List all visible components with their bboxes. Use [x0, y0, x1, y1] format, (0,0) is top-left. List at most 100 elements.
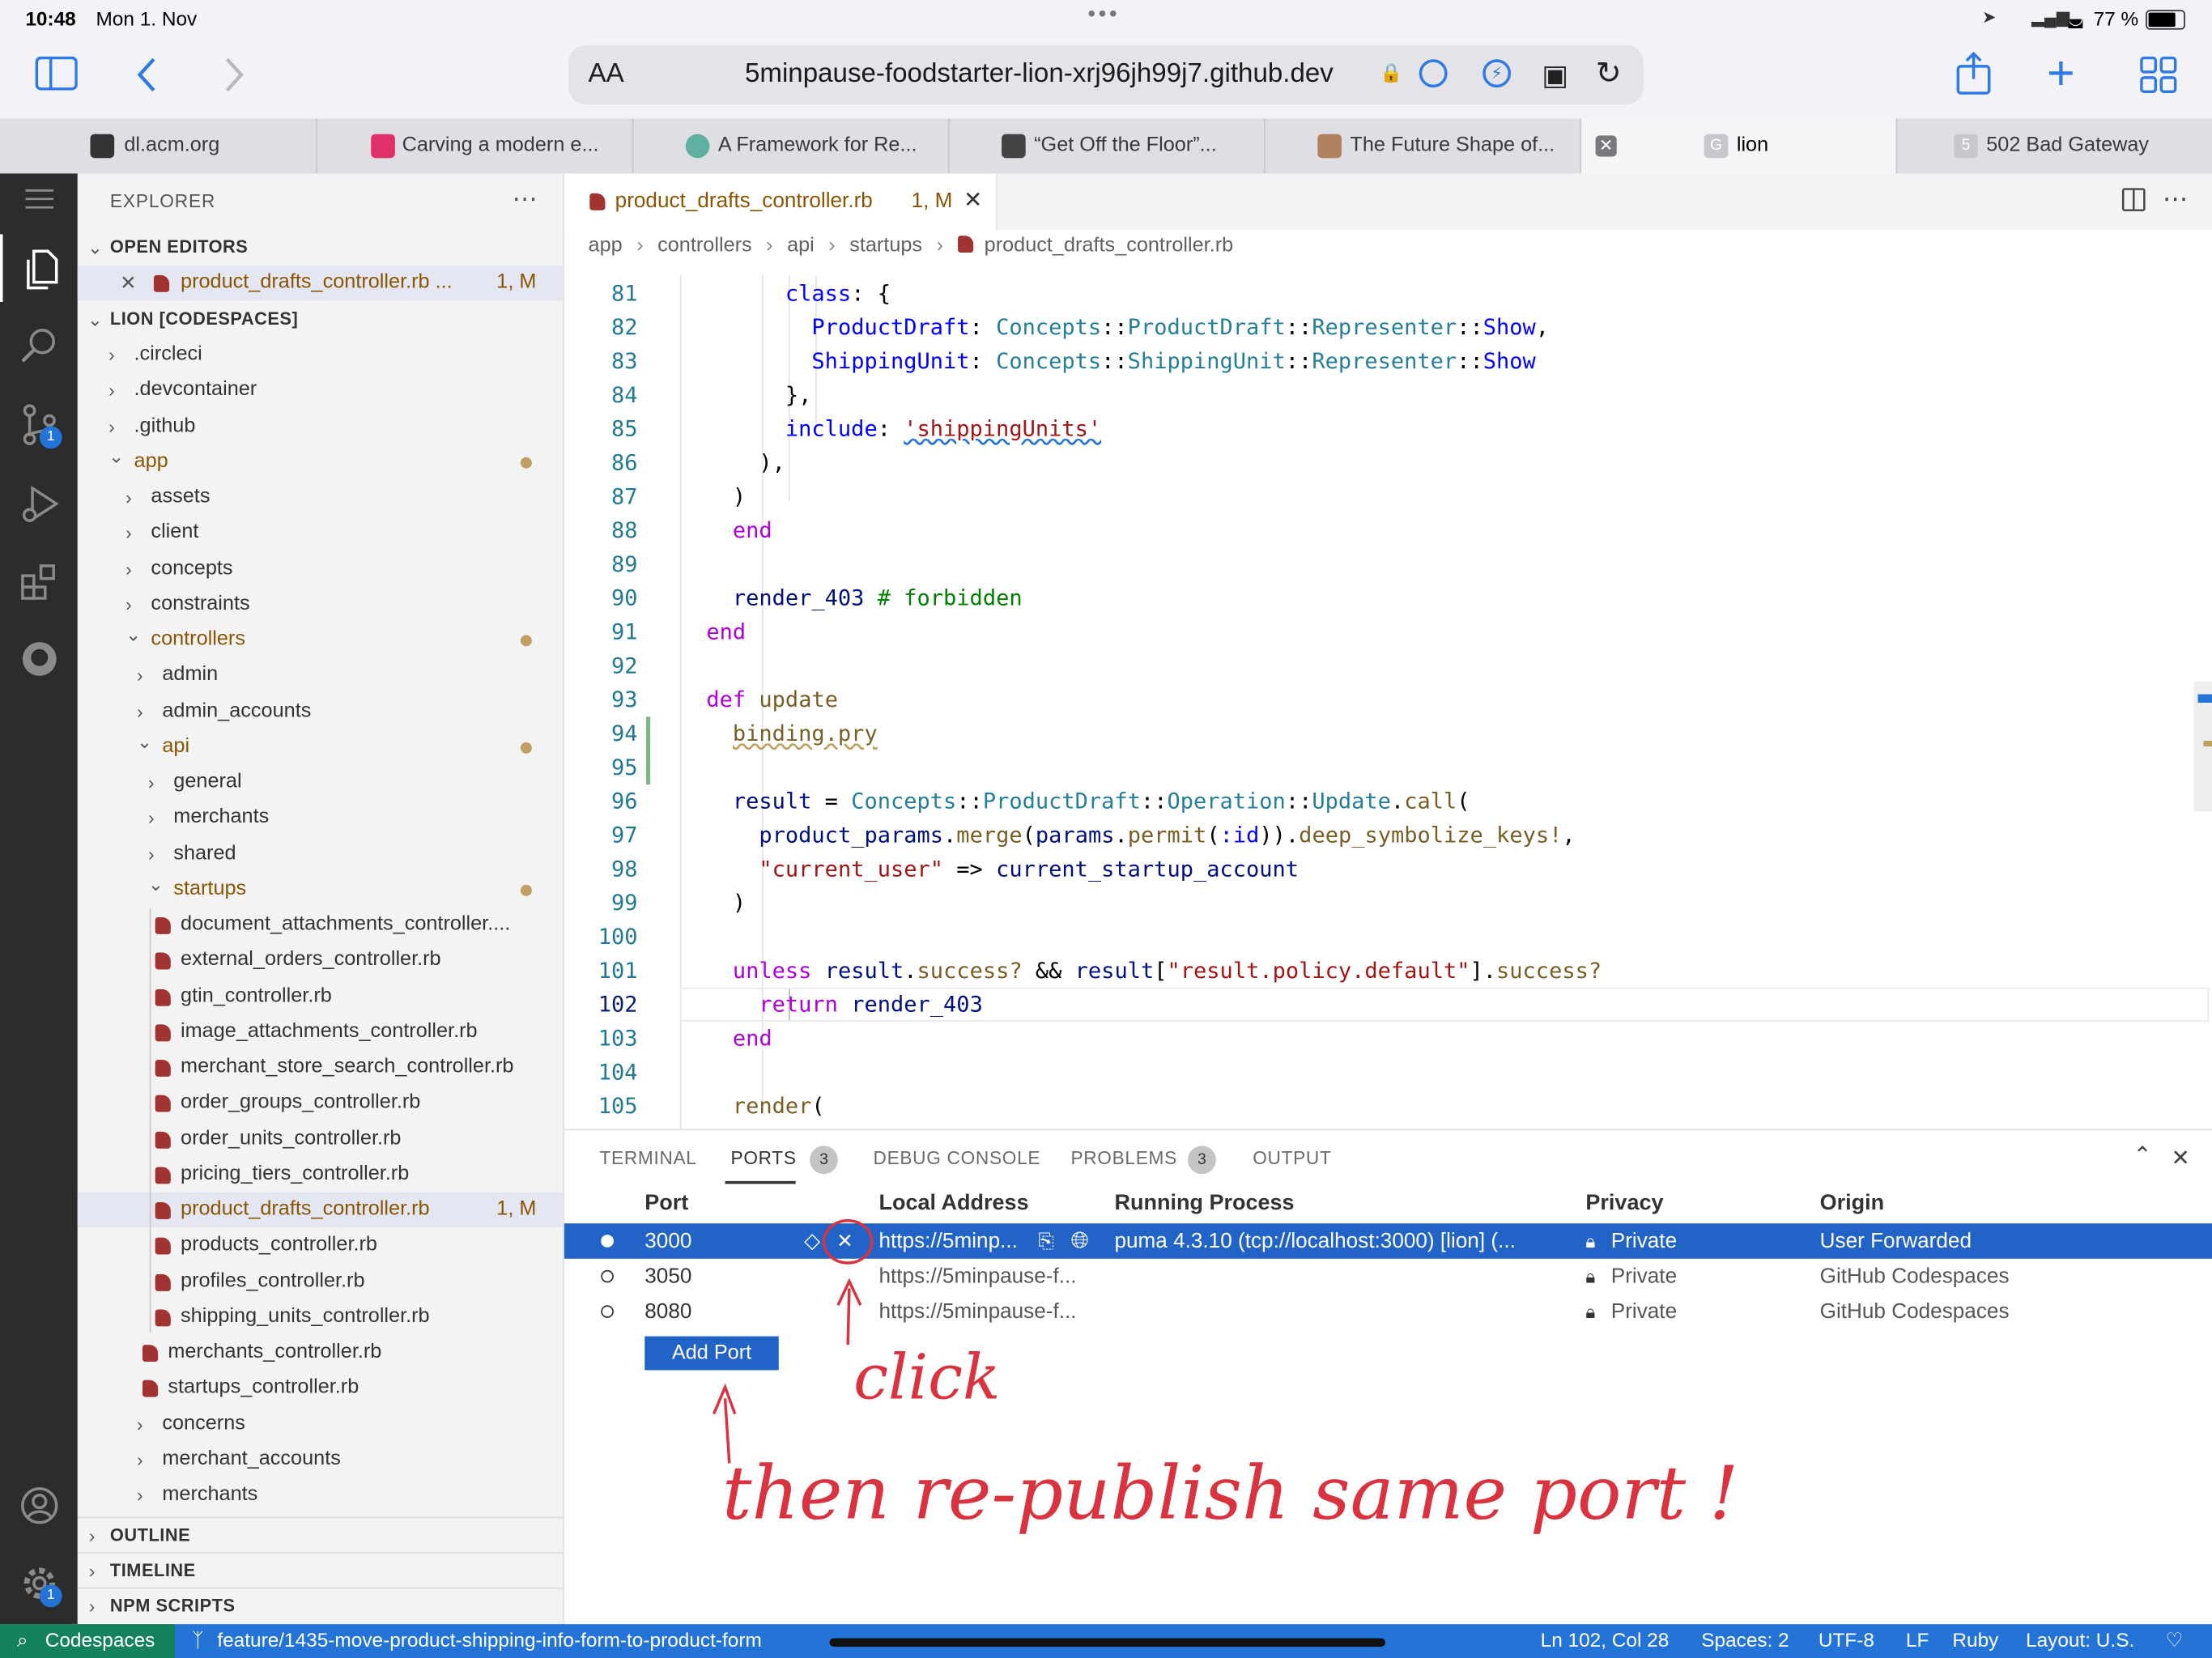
close-tab-icon[interactable]: ✕ [1595, 135, 1617, 157]
breadcrumb-item[interactable]: startups [849, 234, 922, 257]
menu-icon[interactable] [0, 173, 78, 241]
tree-folder[interactable]: › .circleci [78, 338, 563, 373]
tree-folder[interactable]: › concerns [78, 1406, 563, 1442]
breadcrumb-item[interactable]: controllers [657, 234, 752, 257]
tree-item-label: concerns [162, 1411, 245, 1435]
tree-item-label: client [151, 521, 199, 544]
tree-folder[interactable]: › shared [78, 836, 563, 872]
tree-folder[interactable]: › concepts [78, 551, 563, 587]
chevron-right-icon: › [147, 772, 155, 793]
language-mode[interactable]: Ruby [1952, 1628, 1998, 1651]
tree-file[interactable]: startups_controller.rb [78, 1371, 563, 1406]
tree-folder[interactable]: › merchants [78, 1477, 563, 1513]
run-debug-icon[interactable] [0, 470, 78, 538]
modified-dot-icon [520, 635, 532, 647]
tree-folder[interactable]: › assets [78, 480, 563, 516]
bolt-extension-icon[interactable]: ⚡ [1482, 59, 1512, 88]
new-tab-icon[interactable]: + [2047, 49, 2075, 97]
branch-name[interactable]: feature/1435-move-product-shipping-info-… [217, 1628, 761, 1651]
browser-tab[interactable]: Carving a modern e... [317, 118, 634, 174]
workspace-header[interactable]: ⌄ LION [CODESPACES] [78, 302, 563, 338]
breadcrumb-item[interactable]: product_drafts_controller.rb [985, 234, 1234, 257]
tab-favicon-icon [90, 134, 115, 159]
tree-folder[interactable]: › constraints [78, 587, 563, 623]
ruby-file-icon [155, 1095, 171, 1112]
share-icon[interactable] [1955, 51, 1992, 103]
settings-gear-icon[interactable]: 1 [0, 1550, 78, 1618]
encoding[interactable]: UTF-8 [1819, 1628, 1874, 1651]
tab-favicon-icon: 5 [1954, 134, 1978, 159]
code-line: 82 ProductDraft: Concepts::ProductDraft:… [611, 314, 1550, 341]
back-icon[interactable] [134, 57, 160, 100]
browser-tab[interactable]: The Future Shape of... [1266, 118, 1582, 174]
account-icon[interactable] [0, 1472, 78, 1540]
tree-folder[interactable]: › .devcontainer [78, 373, 563, 409]
tree-folder[interactable]: › admin [78, 658, 563, 694]
close-editor-icon[interactable]: ✕ [120, 266, 136, 301]
location-icon: ➤ [1981, 6, 1997, 28]
tree-folder[interactable]: › admin_accounts [78, 694, 563, 729]
tree-folder[interactable]: ⌄ startups [78, 872, 563, 908]
browser-tab[interactable]: “Get Off the Floor”... [950, 118, 1266, 174]
outline-section[interactable]: › OUTLINE [77, 1516, 564, 1554]
vscode-status-bar: ⌕ Codespaces ᛉ feature/1435-move-product… [0, 1624, 2212, 1658]
address-bar[interactable]: AA 5minpause-foodstarter-lion-xrj96jh99j… [568, 45, 1644, 104]
open-editors-header[interactable]: ⌄ OPEN EDITORS [78, 230, 563, 266]
notifications-bell-icon[interactable]: ♡ [2166, 1628, 2184, 1652]
tree-folder[interactable]: ⌄ api [78, 729, 563, 765]
code-line: 87 ) [611, 483, 747, 510]
browser-tab[interactable]: A Framework for Re... [633, 118, 950, 174]
tree-folder[interactable]: › merchant_accounts [78, 1442, 563, 1477]
github-icon[interactable] [0, 625, 78, 693]
tree-item-label: merchants_controller.rb [168, 1340, 382, 1363]
cursor-position[interactable]: Ln 102, Col 28 [1541, 1628, 1670, 1651]
extension-icon[interactable]: ▣ [1542, 57, 1568, 93]
browser-tab-active[interactable]: ✕ G lion [1581, 118, 1898, 174]
source-control-icon[interactable]: 1 [0, 389, 78, 457]
tree-folder[interactable]: › client [78, 516, 563, 551]
reload-icon[interactable]: ↻ [1596, 55, 1622, 91]
extensions-icon[interactable] [0, 547, 78, 615]
code-line: 100 [598, 924, 638, 950]
code-line: 95 [611, 755, 638, 780]
browser-tab[interactable]: 5 502 Bad Gateway [1897, 118, 2212, 173]
tree-folder[interactable]: › .github [78, 409, 563, 444]
breadcrumb-item[interactable]: app [589, 234, 623, 257]
tree-file[interactable]: merchants_controller.rb [78, 1335, 563, 1371]
tree-folder[interactable]: ⌄ app [78, 444, 563, 480]
tab-overview-icon[interactable] [2140, 56, 2177, 100]
breadcrumb-item[interactable]: api [787, 234, 815, 257]
indentation[interactable]: Spaces: 2 [1701, 1628, 1789, 1651]
tree-item-label: assets [151, 485, 211, 508]
password-extension-icon[interactable] [1419, 59, 1448, 88]
tree-item-label: merchants [162, 1482, 258, 1506]
editor-more-icon[interactable]: ⋯ [2163, 185, 2188, 215]
ruby-file-icon [155, 1059, 171, 1077]
browser-tab[interactable]: dl.acm.org [0, 118, 318, 174]
sidebar-toggle-icon[interactable] [35, 56, 78, 98]
split-editor-icon[interactable] [2121, 188, 2146, 219]
tree-item-label: shipping_units_controller.rb [181, 1304, 430, 1328]
tree-folder[interactable]: › merchants [78, 801, 563, 836]
open-editor-item[interactable]: ✕ product_drafts_controller.rb ... 1, M [77, 265, 564, 301]
keyboard-layout[interactable]: Layout: U.S. [2026, 1628, 2134, 1651]
tree-folder[interactable]: ⌄ controllers [78, 623, 563, 658]
text-size-button[interactable]: AA [589, 59, 624, 90]
forward-icon[interactable] [222, 57, 247, 100]
tree-folder[interactable]: › general [78, 765, 563, 801]
chevron-right-icon: › [125, 558, 132, 580]
tree-item-label: .github [134, 414, 196, 437]
search-icon[interactable] [0, 312, 78, 380]
remote-indicator[interactable]: ⌕ Codespaces [0, 1624, 176, 1658]
tree-item-label: product_drafts_controller.rb [181, 1197, 430, 1221]
multitasking-dots-icon[interactable]: ••• [1087, 2, 1120, 28]
timeline-section[interactable]: › TIMELINE [77, 1552, 564, 1588]
eol[interactable]: LF [1906, 1628, 1929, 1651]
explorer-more-icon[interactable]: ⋯ [512, 185, 537, 215]
close-editor-tab-icon[interactable]: ✕ [963, 186, 982, 215]
url-text[interactable]: 5minpause-foodstarter-lion-xrj96jh99j7.g… [745, 59, 1334, 90]
npm-scripts-section[interactable]: › NPM SCRIPTS [77, 1587, 564, 1624]
explorer-icon[interactable] [0, 234, 78, 303]
editor-tab[interactable]: product_drafts_controller.rb 1, M ✕ [564, 173, 998, 231]
code-area[interactable]: 81 class: { 82 ProductDraft: Concepts::P… [564, 274, 2212, 1129]
